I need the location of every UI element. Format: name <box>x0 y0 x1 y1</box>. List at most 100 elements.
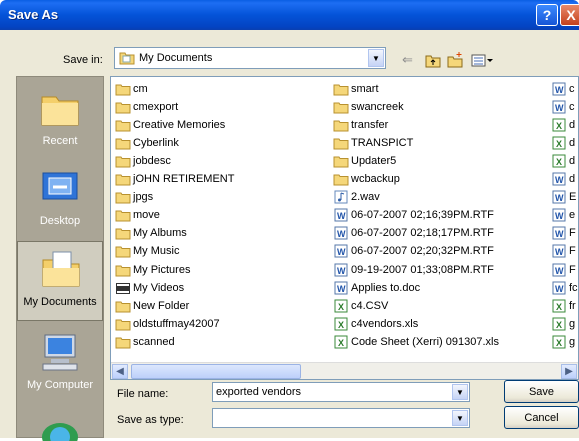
scroll-left-button[interactable]: ◀ <box>112 364 128 379</box>
place-my-computer[interactable]: My Computer <box>17 325 103 405</box>
file-list-item[interactable]: Updater5 <box>333 152 396 169</box>
file-list-item[interactable]: Wc <box>551 80 575 97</box>
file-list-item[interactable]: W 06-07-2007 02;20;32PM.RTF <box>333 243 494 260</box>
word-document-icon: W <box>333 263 349 277</box>
save-as-type-label: Save as type: <box>117 414 184 426</box>
file-list-item[interactable]: Xd <box>551 152 575 169</box>
file-list-item[interactable]: My Pictures <box>115 261 190 278</box>
help-button[interactable]: ? <box>536 4 558 26</box>
file-list-item[interactable]: My Videos <box>115 279 184 296</box>
file-name: Creative Memories <box>133 118 226 131</box>
save-as-type-select[interactable]: ▼ <box>212 408 470 428</box>
close-button[interactable]: X <box>560 4 579 26</box>
file-list-item[interactable]: We <box>551 207 575 224</box>
folder-icon <box>115 226 131 240</box>
file-list[interactable]: cm cmexport Creative Memories Cyberlink jobd… <box>110 76 579 380</box>
save-button[interactable]: Save <box>504 380 579 403</box>
file-name: My Pictures <box>133 263 191 276</box>
save-in-value: My Documents <box>139 52 213 64</box>
new-folder-icon[interactable] <box>447 52 465 68</box>
file-list-item[interactable]: Wd <box>551 171 575 188</box>
file-list-item[interactable]: New Folder <box>115 297 189 314</box>
file-name-input[interactable] <box>213 383 449 401</box>
file-name-field[interactable]: ▼ <box>212 382 470 402</box>
file-list-item[interactable]: 2.wav <box>333 189 380 206</box>
file-list-item[interactable]: jOHN RETIREMENT <box>115 171 234 188</box>
file-list-item[interactable]: scanned <box>115 333 175 350</box>
file-list-item[interactable]: swancreek <box>333 98 404 115</box>
chevron-down-icon: ▼ <box>456 413 464 423</box>
file-list-item[interactable]: jobdesc <box>115 152 171 169</box>
save-in-dropdown-button[interactable]: ▼ <box>368 49 384 67</box>
file-list-item[interactable]: Cyberlink <box>115 134 179 151</box>
folder-icon <box>115 136 131 150</box>
file-list-item[interactable]: WE <box>551 189 576 206</box>
file-name-dropdown-button[interactable]: ▼ <box>452 384 468 400</box>
views-menu-icon[interactable] <box>471 54 493 67</box>
file-list-item[interactable]: W 09-19-2007 01;33;08PM.RTF <box>333 261 494 278</box>
place-desktop[interactable]: Desktop <box>17 161 103 241</box>
file-list-item[interactable]: jpgs <box>115 189 153 206</box>
file-name: move <box>133 209 160 222</box>
file-list-item[interactable]: Wc <box>551 98 575 115</box>
scroll-thumb[interactable] <box>131 364 301 379</box>
file-list-item[interactable]: smart <box>333 80 379 97</box>
place-my-documents[interactable]: My Documents <box>17 241 103 321</box>
file-list-item[interactable]: Wfc <box>551 279 578 296</box>
file-list-item[interactable]: W Applies to.doc <box>333 279 420 296</box>
folder-icon <box>333 82 349 96</box>
file-name: scanned <box>133 335 175 348</box>
save-in-combo[interactable]: My Documents ▼ <box>114 47 386 69</box>
file-list-item[interactable]: Xc4.CSV <box>333 297 388 314</box>
file-list-item[interactable]: W 06-07-2007 02;18;17PM.RTF <box>333 225 494 242</box>
file-list-item[interactable]: My Music <box>115 243 179 260</box>
file-list-item[interactable]: WF <box>551 261 576 278</box>
file-name: Applies to.doc <box>351 281 421 294</box>
back-arrow-icon[interactable]: ⇐ <box>402 52 413 68</box>
file-list-item[interactable]: X Code Sheet (Xerri) 091307.xls <box>333 333 499 350</box>
file-list-item[interactable]: oldstuffmay42007 <box>115 315 220 332</box>
folder-icon <box>115 208 131 222</box>
file-list-item[interactable]: wcbackup <box>333 171 400 188</box>
word-document-icon: W <box>551 244 567 258</box>
file-list-item[interactable]: cmexport <box>115 98 178 115</box>
file-list-item[interactable]: cm <box>115 80 148 97</box>
file-list-item[interactable]: TRANSPICT <box>333 134 413 151</box>
file-list-item[interactable]: My Albums <box>115 225 187 242</box>
place-label: Desktop <box>39 215 81 227</box>
place-network[interactable] <box>17 407 103 441</box>
file-list-item[interactable]: Xg <box>551 333 575 350</box>
my-documents-icon <box>42 251 80 287</box>
file-list-item[interactable]: move <box>115 207 160 224</box>
scroll-right-button[interactable]: ▶ <box>561 364 577 379</box>
word-document-icon: W <box>551 190 567 204</box>
svg-text:W: W <box>337 284 346 294</box>
file-list-item[interactable]: W 06-07-2007 02;16;39PM.RTF <box>333 207 494 224</box>
word-document-icon: W <box>333 226 349 240</box>
file-list-item[interactable]: WF <box>551 243 576 260</box>
file-list-item[interactable]: Xd <box>551 134 575 151</box>
svg-text:X: X <box>338 302 344 312</box>
place-recent[interactable]: Recent <box>17 81 103 161</box>
file-list-item[interactable]: Xfr <box>551 297 576 314</box>
file-list-item[interactable]: Xd <box>551 116 575 133</box>
file-name: e <box>569 209 576 222</box>
place-label: My Documents <box>23 296 97 308</box>
folder-icon <box>115 154 131 168</box>
file-list-item[interactable]: transfer <box>333 116 388 133</box>
save-as-type-dropdown-button[interactable]: ▼ <box>452 410 468 426</box>
svg-text:W: W <box>555 175 564 185</box>
excel-file-icon: X <box>333 299 349 313</box>
svg-text:X: X <box>556 320 562 330</box>
horizontal-scrollbar[interactable]: ◀ ▶ <box>111 362 578 379</box>
title-bar: Save As ? X <box>0 0 579 30</box>
cancel-button[interactable]: Cancel <box>504 406 579 429</box>
up-folder-icon[interactable] <box>425 54 441 68</box>
svg-text:X: X <box>556 139 562 149</box>
file-list-item[interactable]: Creative Memories <box>115 116 225 133</box>
file-list-item[interactable]: Xc4vendors.xls <box>333 315 418 332</box>
excel-file-icon: X <box>551 118 567 132</box>
svg-text:W: W <box>555 229 564 239</box>
file-list-item[interactable]: WF <box>551 225 576 242</box>
file-list-item[interactable]: Xg <box>551 315 575 332</box>
